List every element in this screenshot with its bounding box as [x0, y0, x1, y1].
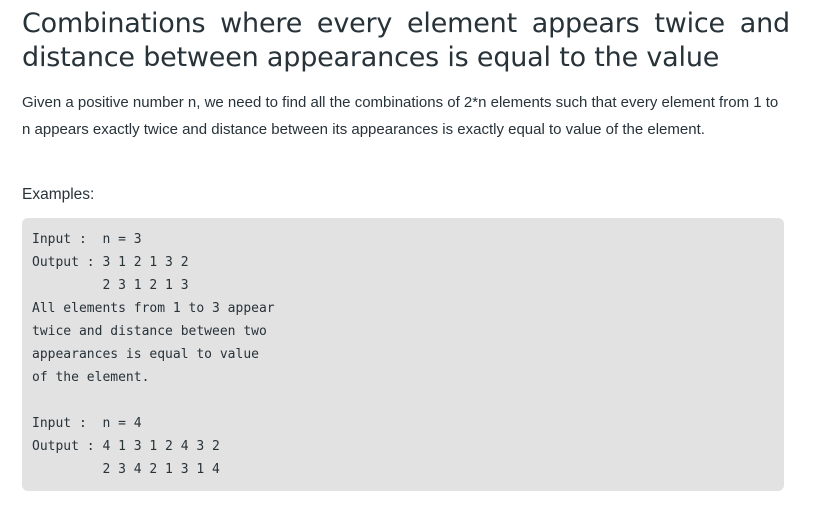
- code-line: 2 3 4 2 1 3 1 4: [32, 462, 220, 477]
- code-line: Input : n = 4: [32, 416, 142, 431]
- problem-description: Given a positive number n, we need to fi…: [22, 94, 779, 138]
- code-line: Output : 3 1 2 1 3 2: [32, 255, 189, 270]
- code-line: Input : n = 3: [32, 232, 142, 247]
- examples-label: Examples:: [22, 186, 95, 203]
- code-line: All elements from 1 to 3 appear: [32, 301, 275, 316]
- code-line: Output : 4 1 3 1 2 4 3 2: [32, 439, 220, 454]
- code-line: twice and distance between two: [32, 324, 267, 339]
- article: Combinations where every element appears…: [22, 0, 790, 491]
- code-line: 2 3 1 2 1 3: [32, 278, 189, 293]
- example-code-block: Input : n = 3 Output : 3 1 2 1 3 2 2 3 1…: [22, 218, 784, 491]
- code-line: of the element.: [32, 370, 150, 385]
- article-title: Combinations where every element appears…: [22, 8, 790, 73]
- code-line: appearances is equal to value: [32, 347, 259, 362]
